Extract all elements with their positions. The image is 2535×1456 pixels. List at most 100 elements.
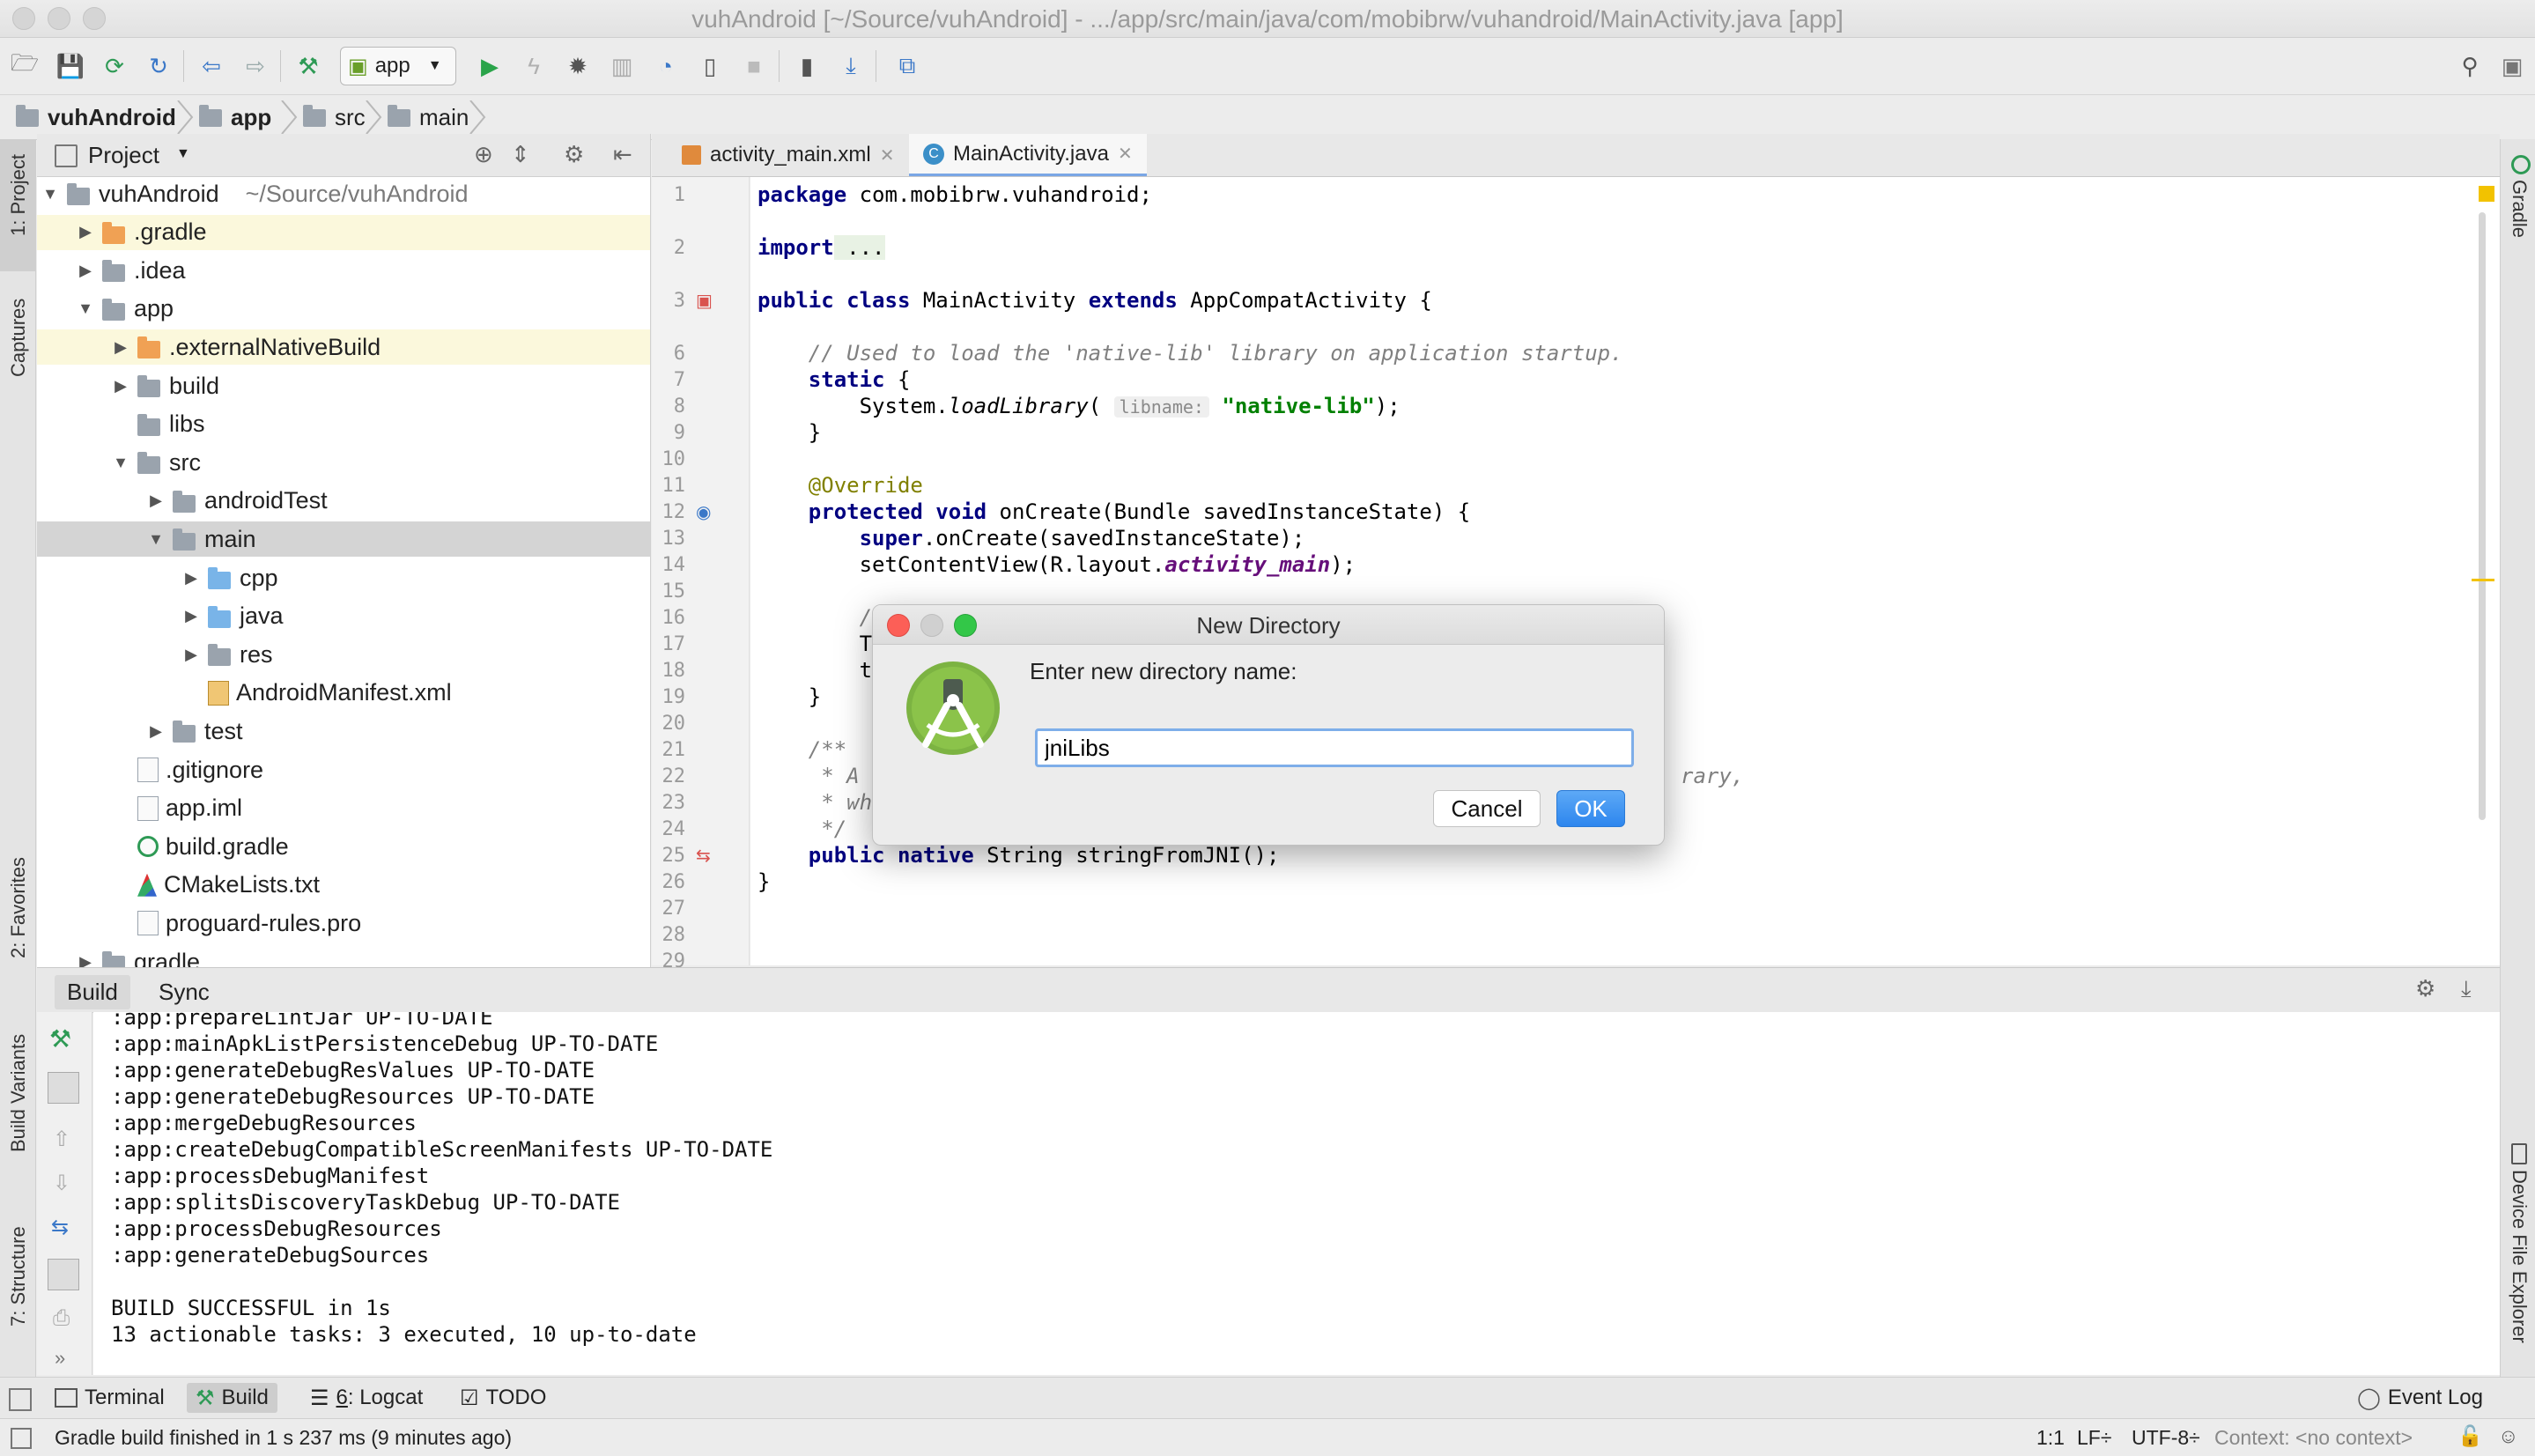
up-arrow-icon[interactable]: ⇧: [53, 1127, 70, 1152]
tool-tab-event-log[interactable]: ◯ Event Log: [2348, 1383, 2492, 1413]
attach-debugger-icon[interactable]: ▯: [694, 50, 726, 82]
sync-icon[interactable]: ⟳: [99, 50, 130, 82]
build-hammer-icon[interactable]: ⚒: [292, 50, 324, 82]
project-view-select[interactable]: Project: [88, 142, 159, 169]
refresh-icon[interactable]: ↻: [143, 50, 174, 82]
save-icon[interactable]: 💾: [55, 50, 86, 82]
tree-item[interactable]: libs: [37, 407, 650, 442]
tab-activity-main-xml[interactable]: activity_main.xml ✕: [668, 134, 908, 176]
open-icon[interactable]: 🗁: [9, 49, 41, 82]
tree-item[interactable]: CMakeLists.txt: [37, 868, 650, 903]
tool-tab-favorites[interactable]: 2: Favorites: [7, 857, 30, 958]
scroll-from-source-icon[interactable]: ⊕: [474, 141, 493, 168]
expanded-arrow-icon[interactable]: ▼: [111, 454, 130, 472]
tree-item[interactable]: ▼ src: [37, 445, 650, 480]
inspection-status-icon[interactable]: [2479, 186, 2494, 202]
tab-mainactivity-java[interactable]: C MainActivity.java ✕: [909, 134, 1147, 176]
soft-wrap-icon[interactable]: ⇆: [51, 1215, 69, 1240]
toggle-tool-windows-icon[interactable]: [9, 1388, 32, 1411]
breadcrumb-main[interactable]: main: [388, 104, 469, 131]
tool-tab-device-file-explorer[interactable]: Device File Explorer: [2508, 1170, 2531, 1343]
code-editor[interactable]: package com.mobibrw.vuhandroid; import .…: [750, 177, 2500, 965]
sdk-manager-icon[interactable]: ⤓: [835, 50, 867, 82]
expanded-arrow-icon[interactable]: ▼: [76, 299, 95, 318]
tree-item[interactable]: ▶ .externalNativeBuild: [37, 329, 650, 366]
account-icon[interactable]: ▣: [2496, 50, 2528, 82]
directory-name-input[interactable]: [1035, 728, 1634, 767]
collapsed-arrow-icon[interactable]: ▶: [76, 223, 95, 241]
tool-tab-todo[interactable]: ☑ TODO: [451, 1383, 555, 1413]
tree-item[interactable]: ▶ test: [37, 713, 650, 749]
build-tab-build[interactable]: Build: [55, 975, 130, 1009]
collapsed-arrow-icon[interactable]: ▶: [111, 338, 130, 357]
gear-icon[interactable]: ⚙: [564, 141, 584, 168]
more-icon[interactable]: »: [55, 1347, 65, 1370]
back-icon[interactable]: ⇦: [196, 50, 227, 82]
hide-panel-icon[interactable]: ⤓: [2461, 975, 2472, 1003]
tool-tab-logcat[interactable]: ☰ 6: Logcat: [301, 1383, 432, 1413]
hide-panel-icon[interactable]: ⇤: [613, 141, 632, 168]
tool-tab-terminal[interactable]: Terminal: [46, 1383, 174, 1413]
status-icon[interactable]: [11, 1428, 32, 1449]
tree-item[interactable]: ▼ app: [37, 292, 650, 327]
tree-item[interactable]: ▶ .idea: [37, 253, 650, 288]
tree-item[interactable]: ▶ res: [37, 637, 650, 672]
tree-item[interactable]: ▶ androidTest: [37, 484, 650, 519]
tree-item[interactable]: build.gradle: [37, 829, 650, 864]
tool-tab-structure[interactable]: 7: Structure: [7, 1226, 30, 1327]
run-configuration-select[interactable]: ▣ app ▼: [340, 47, 456, 85]
gear-icon[interactable]: ⚙: [2415, 975, 2435, 1002]
inspector-icon[interactable]: ☺: [2498, 1424, 2518, 1448]
tree-item[interactable]: ▶ cpp: [37, 560, 650, 595]
print-icon[interactable]: ⎙: [53, 1306, 70, 1331]
chevron-down-icon[interactable]: ▼: [176, 146, 190, 162]
tool-tab-gradle[interactable]: Gradle: [2508, 180, 2531, 238]
run-icon[interactable]: ▶: [474, 50, 506, 82]
override-gutter-icon[interactable]: ◉: [696, 501, 711, 523]
scroll-to-end-icon[interactable]: [48, 1259, 79, 1290]
search-icon[interactable]: ⚲: [2454, 50, 2486, 82]
coverage-icon[interactable]: ▥: [606, 50, 638, 82]
tree-item[interactable]: proguard-rules.pro: [37, 905, 650, 941]
tree-item[interactable]: AndroidManifest.xml: [37, 676, 650, 711]
build-tab-sync[interactable]: Sync: [146, 975, 222, 1009]
close-icon[interactable]: ✕: [880, 144, 895, 166]
lock-icon[interactable]: 🔓: [2457, 1424, 2483, 1448]
forward-icon[interactable]: ⇨: [240, 50, 271, 82]
ok-button[interactable]: OK: [1556, 790, 1625, 827]
tree-item[interactable]: ▶ .gradle: [37, 214, 650, 250]
build-output-console[interactable]: :app:prepareLintJar UP-TO-DATE:app:mainA…: [93, 1012, 2500, 1375]
status-message[interactable]: Gradle build finished in 1 s 237 ms (9 m…: [55, 1426, 512, 1450]
warning-stripe-marker[interactable]: [2472, 579, 2494, 581]
breadcrumb-src[interactable]: src: [303, 104, 366, 131]
tree-item[interactable]: ▼ main: [37, 521, 650, 558]
jni-gutter-icon[interactable]: ⇆: [696, 845, 711, 867]
apply-changes-icon[interactable]: ϟ: [518, 50, 550, 82]
stop-icon[interactable]: ■: [738, 50, 770, 82]
collapsed-arrow-icon[interactable]: ▶: [111, 377, 130, 395]
expanded-arrow-icon[interactable]: ▼: [146, 530, 166, 549]
tool-tab-captures[interactable]: Captures: [7, 299, 30, 377]
layout-inspector-icon[interactable]: ⧉: [891, 50, 923, 82]
file-encoding[interactable]: UTF-8÷: [2132, 1426, 2200, 1450]
tool-tab-build[interactable]: ⚒ Build: [187, 1383, 277, 1413]
avd-manager-icon[interactable]: ▮: [791, 50, 823, 82]
expanded-arrow-icon[interactable]: ▼: [41, 185, 60, 203]
line-separator[interactable]: LF÷: [2077, 1426, 2111, 1450]
tool-tab-project[interactable]: 1: Project: [7, 154, 30, 236]
tree-item[interactable]: ▼ vuhAndroid ~/Source/vuhAndroid: [37, 176, 650, 211]
tool-tab-build-variants[interactable]: Build Variants: [7, 1034, 30, 1152]
build-hammer-icon[interactable]: ⚒: [49, 1024, 71, 1053]
toggle-view-icon[interactable]: [48, 1072, 79, 1104]
tree-item[interactable]: app.iml: [37, 791, 650, 826]
tree-item[interactable]: ▶ java: [37, 599, 650, 634]
close-icon[interactable]: ✕: [1118, 143, 1133, 165]
tree-item[interactable]: .gitignore: [37, 752, 650, 787]
collapsed-arrow-icon[interactable]: ▶: [146, 491, 166, 510]
caret-position[interactable]: 1:1: [2036, 1426, 2065, 1450]
collapsed-arrow-icon[interactable]: ▶: [181, 569, 201, 588]
collapsed-arrow-icon[interactable]: ▶: [181, 646, 201, 664]
debug-icon[interactable]: ✹: [562, 50, 594, 82]
tree-item[interactable]: ▶ build: [37, 368, 650, 403]
collapsed-arrow-icon[interactable]: ▶: [76, 262, 95, 280]
